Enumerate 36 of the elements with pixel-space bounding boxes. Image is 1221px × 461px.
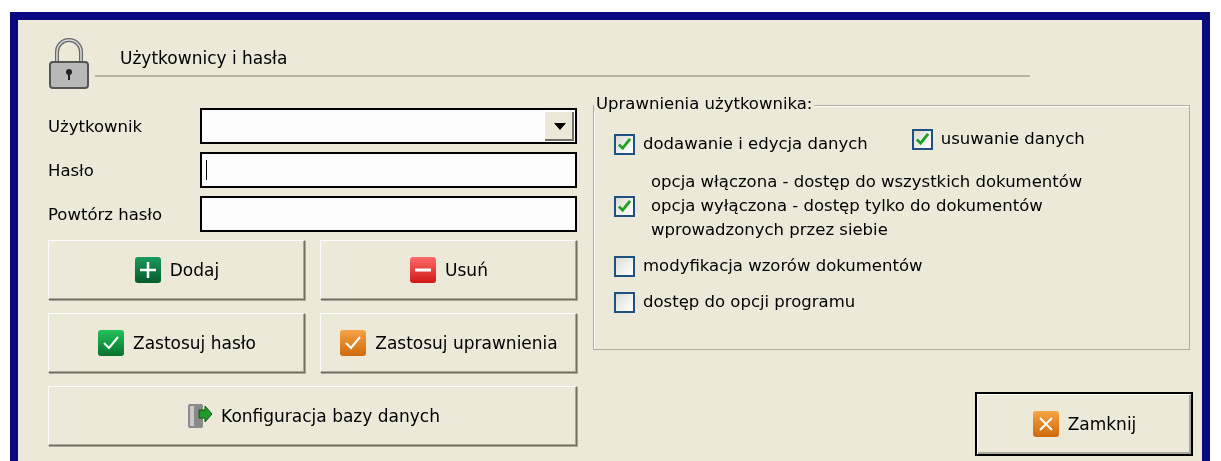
- checkbox[interactable]: [614, 291, 635, 313]
- field-label: Powtórz hasło: [48, 204, 164, 224]
- checkbox-label: dostęp do opcji programu: [643, 291, 856, 313]
- action-button[interactable]: Usuń: [320, 240, 577, 300]
- action-button[interactable]: Zastosuj hasło: [48, 313, 305, 373]
- check-icon: [339, 329, 368, 357]
- checkbox-label: opcja włączona - dostęp do wszystkich dokumentów opcja wyłączona - dostęp tylko do dokumentów wprowadzonych przez siebie: [651, 171, 1083, 241]
- action-button[interactable]: Dodaj: [48, 240, 305, 300]
- close-button[interactable]: Zamknij: [975, 392, 1193, 456]
- minus-icon: [409, 256, 438, 284]
- checkbox[interactable]: [614, 133, 635, 155]
- dialog-title: Użytkownicy i hasła: [119, 48, 289, 68]
- field-label: Hasło: [48, 160, 95, 180]
- padlock-icon: [48, 38, 90, 90]
- checkmark-icon: [617, 136, 632, 152]
- close-icon: [1031, 410, 1060, 438]
- plus-icon: [133, 256, 162, 284]
- checkbox-label: usuwanie danych: [940, 128, 1085, 150]
- dropdown-button[interactable]: [544, 111, 574, 141]
- user-dropdown[interactable]: [200, 108, 577, 144]
- action-button[interactable]: Konfiguracja bazy danych: [48, 386, 577, 446]
- database-arrow-icon: [185, 402, 214, 430]
- checkmark-icon: [617, 198, 632, 214]
- group-title: Uprawnienia użytkownika:: [594, 94, 815, 113]
- checkbox-label: dodawanie i edycja danych: [643, 133, 868, 155]
- field-label: Użytkownik: [48, 116, 144, 136]
- password-field[interactable]: [200, 152, 577, 188]
- check-icon: [97, 329, 125, 357]
- checkbox[interactable]: [614, 255, 635, 277]
- checkbox[interactable]: [911, 128, 933, 150]
- checkbox[interactable]: [614, 195, 635, 217]
- action-button[interactable]: Zastosuj uprawnienia: [320, 313, 577, 373]
- password-field[interactable]: [200, 196, 577, 232]
- checkbox-label: modyfikacja wzorów dokumentów: [643, 255, 923, 277]
- caret-icon: [553, 123, 566, 130]
- checkmark-icon: [914, 131, 930, 147]
